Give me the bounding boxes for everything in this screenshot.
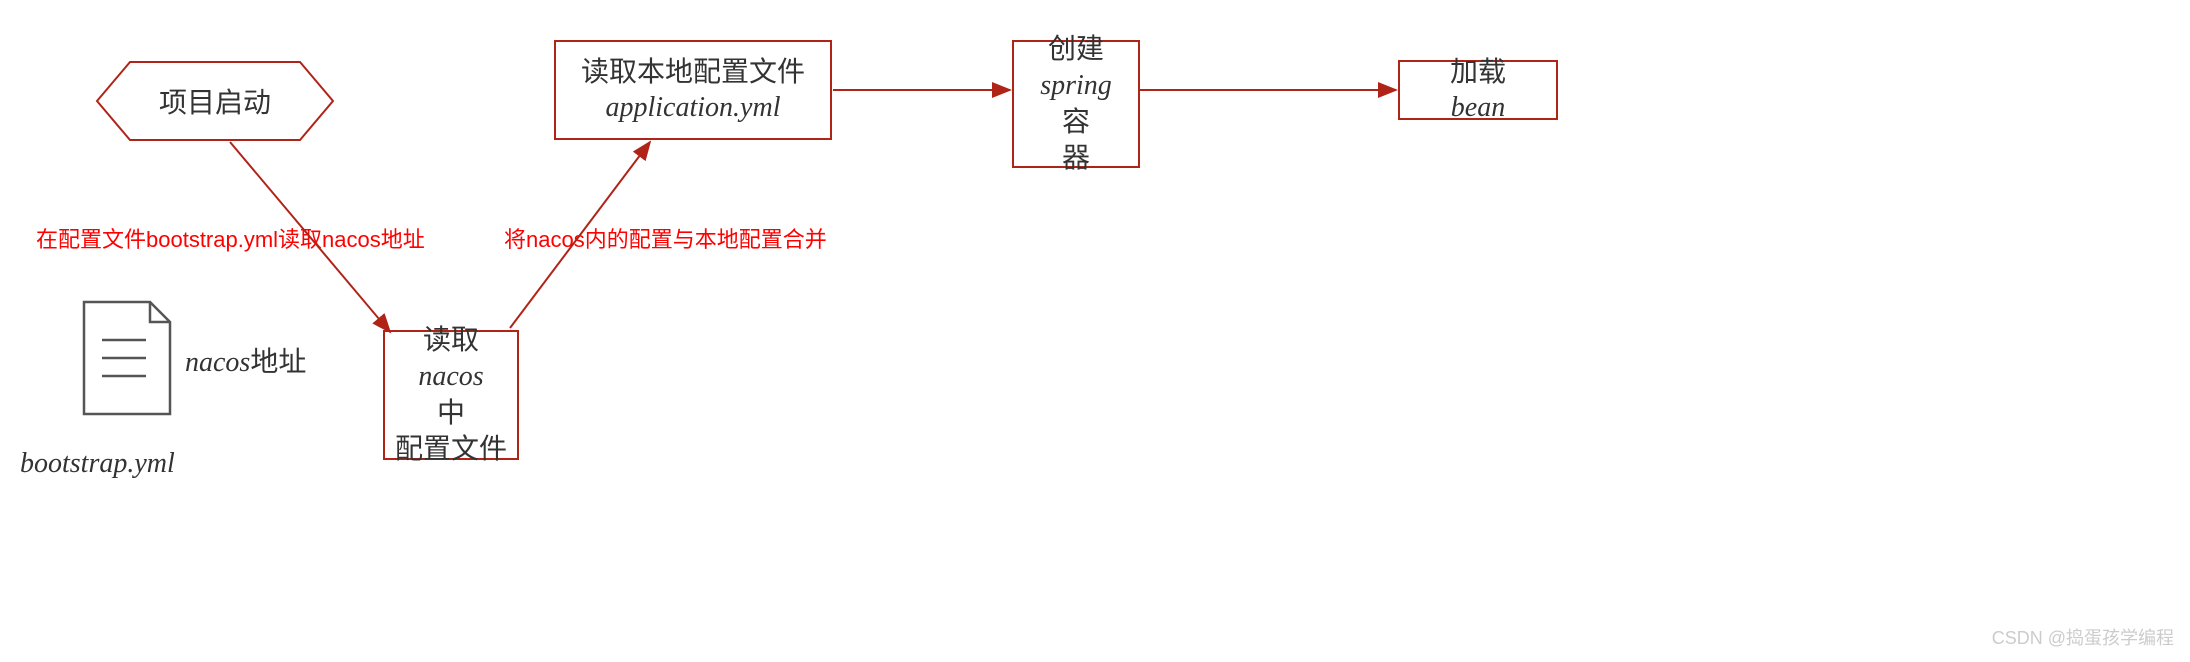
spring-l3: 器 [1062, 140, 1090, 176]
read-nacos-node: 读取 nacos中 配置文件 [383, 330, 519, 460]
start-label: 项目启动 [159, 81, 271, 121]
file-label: bootstrap.yml [20, 448, 175, 480]
annotation-left: 在配置文件bootstrap.yml读取nacos地址 [36, 222, 425, 254]
watermark: CSDN @捣蛋孩学编程 [1992, 624, 2174, 650]
document-icon [82, 300, 172, 421]
read-nacos-l3: 配置文件 [395, 431, 507, 467]
start-node: 项目启动 [95, 60, 335, 142]
annotation-right: 将nacos内的配置与本地配置合并 [504, 222, 827, 254]
load-bean-text: 加载bean [1450, 54, 1506, 127]
load-bean-node: 加载bean [1398, 60, 1558, 120]
read-nacos-l2: nacos中 [418, 359, 483, 432]
read-local-node: 读取本地配置文件 application.yml [554, 40, 832, 140]
doc-label: nacos地址 [185, 340, 306, 380]
spring-node: 创建 spring容 器 [1012, 40, 1140, 168]
spring-l2: spring容 [1040, 68, 1112, 141]
read-local-l1: 读取本地配置文件 [581, 54, 805, 90]
read-local-l2: application.yml [606, 90, 781, 126]
read-nacos-l1: 读取 [423, 322, 479, 358]
spring-l1: 创建 [1048, 31, 1104, 67]
